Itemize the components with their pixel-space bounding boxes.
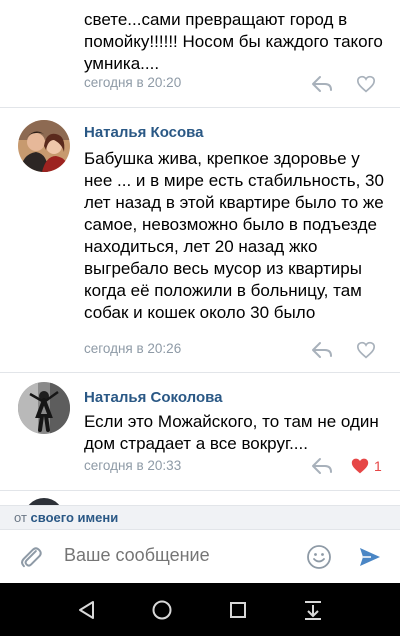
heart-icon xyxy=(351,458,369,474)
avatar[interactable] xyxy=(18,382,70,434)
message-input[interactable] xyxy=(64,545,284,566)
comment-item: Наталья Косова Бабушка жива, крепкое здо… xyxy=(0,108,400,368)
paperclip-icon xyxy=(21,547,42,568)
reply-as-bar[interactable]: от своего имени xyxy=(0,505,400,529)
comment-text: свете...сами превращают город в помойку!… xyxy=(84,10,383,73)
reply-arrow-icon xyxy=(312,76,332,92)
author-name[interactable]: Наталья Соколова xyxy=(84,389,223,406)
like-count: 1 xyxy=(374,458,382,474)
home-button[interactable] xyxy=(149,597,175,623)
like-button[interactable] xyxy=(356,74,380,94)
comment-timestamp: сегодня в 20:20 xyxy=(84,75,182,90)
circle-home-icon xyxy=(152,600,172,620)
reply-button[interactable] xyxy=(310,74,334,94)
reply-as-link[interactable]: своего имени xyxy=(31,510,119,525)
hide-keyboard-button[interactable] xyxy=(300,597,326,623)
heart-icon xyxy=(356,75,376,93)
author-name[interactable]: Наталья Косова xyxy=(84,124,204,141)
reply-button[interactable] xyxy=(310,340,334,360)
recents-button[interactable] xyxy=(225,597,251,623)
android-navigation-bar xyxy=(0,583,400,636)
reply-button[interactable] xyxy=(310,456,334,476)
like-button[interactable]: 1 xyxy=(350,456,382,476)
hide-keyboard-icon xyxy=(305,601,321,620)
emoji-button[interactable] xyxy=(306,544,332,575)
reply-arrow-icon xyxy=(312,458,332,474)
attach-button[interactable] xyxy=(18,544,44,575)
triangle-back-icon xyxy=(79,601,94,619)
comment-timestamp: сегодня в 20:26 xyxy=(84,341,182,356)
heart-icon xyxy=(356,341,376,359)
divider xyxy=(0,490,400,491)
reply-as-prefix: от xyxy=(14,510,27,525)
avatar[interactable] xyxy=(24,498,64,505)
comment-item: Наталья Соколова Если это Можайского, то… xyxy=(0,373,400,488)
back-button[interactable] xyxy=(74,597,100,623)
send-button[interactable] xyxy=(358,545,382,574)
avatar[interactable] xyxy=(18,120,70,172)
reply-arrow-icon xyxy=(312,342,332,358)
smiley-icon xyxy=(307,545,331,569)
comment-item: свете...сами превращают город в помойку!… xyxy=(0,0,400,106)
comment-text: Бабушка жива, крепкое здоровье у нее ...… xyxy=(84,149,384,322)
message-composer xyxy=(0,529,400,583)
like-button[interactable] xyxy=(356,340,380,360)
comments-feed[interactable]: свете...сами превращают город в помойку!… xyxy=(0,0,400,505)
square-recents-icon xyxy=(230,602,246,618)
comment-timestamp: сегодня в 20:33 xyxy=(84,458,182,473)
comment-text: Если это Можайского, то там не один дом … xyxy=(84,412,379,453)
send-icon xyxy=(360,548,380,566)
